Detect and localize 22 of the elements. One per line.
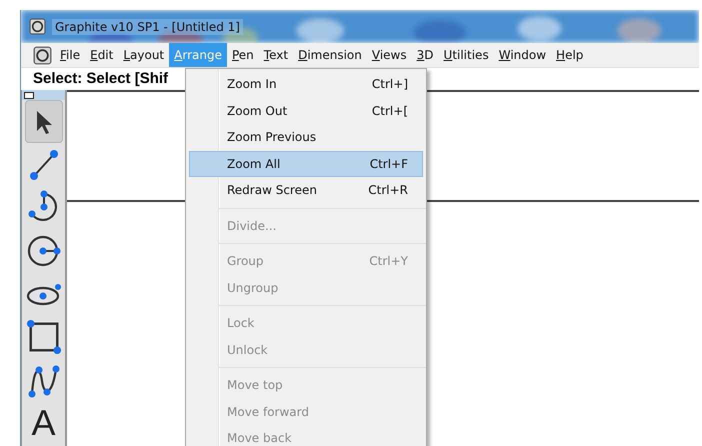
menu-option[interactable]: Zoom Previous [189,124,423,150]
menu-item[interactable]: 3D [412,43,439,67]
menu-item[interactable]: Dimension [293,43,367,67]
menu-item[interactable]: File [55,43,86,67]
menu-option[interactable]: Zoom Out Ctrl+[ [189,98,423,124]
menu-item[interactable]: Utilities [438,43,494,67]
menu-item[interactable]: Help [551,43,588,67]
menu-option[interactable]: Zoom All Ctrl+F [189,150,423,177]
tool-button[interactable] [24,100,62,143]
menu-item[interactable]: Window [494,43,552,67]
window-title: Graphite v10 SP1 - [Untitled 1] [52,18,243,34]
minimize-icon[interactable] [24,92,34,98]
menu-option[interactable]: Redraw Screen Ctrl+R [189,177,423,204]
menu-item[interactable]: Views [366,43,412,67]
rectangle-icon [26,318,62,356]
menu-item[interactable]: Edit [85,43,118,67]
menu-item[interactable]: Pen [226,43,259,67]
menu-item[interactable]: Text [258,43,294,67]
app-icon [29,18,46,35]
app-icon[interactable] [33,46,52,64]
menu-item[interactable]: Layout [118,43,170,67]
tool-button[interactable]: A [24,401,62,444]
